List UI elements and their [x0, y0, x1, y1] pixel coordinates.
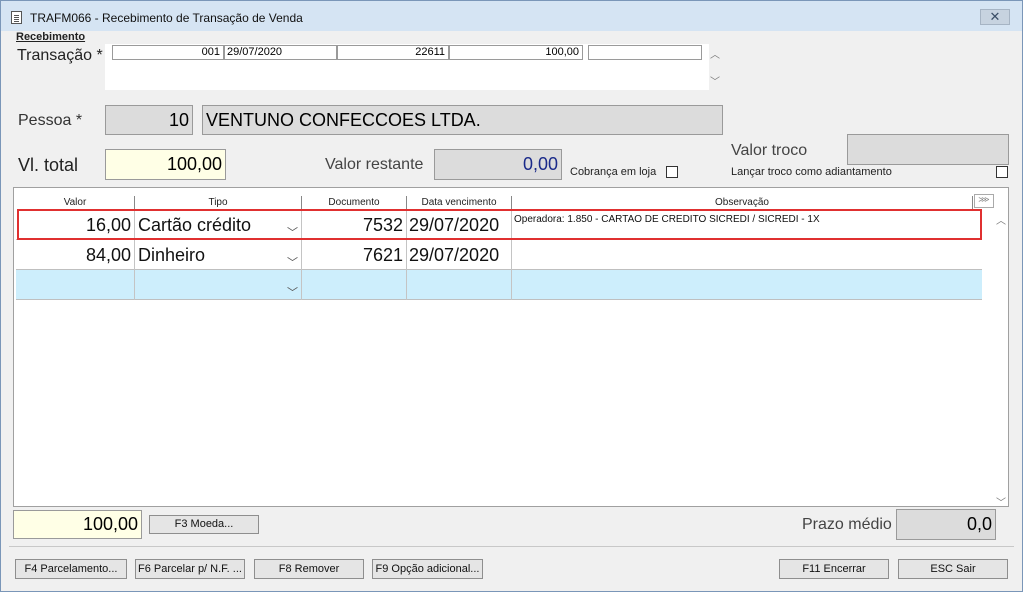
- selected-row-highlight: [17, 209, 982, 240]
- moeda-button[interactable]: F3 Moeda...: [149, 515, 259, 534]
- prazo-medio-label: Prazo médio: [802, 516, 892, 533]
- new-row-data[interactable]: [407, 270, 512, 300]
- row-valor[interactable]: 84,00: [16, 240, 135, 270]
- lancar-troco-label: Lançar troco como adiantamento: [731, 166, 892, 178]
- row-tipo-text: Dinheiro: [138, 245, 206, 265]
- cobranca-loja-label: Cobrança em loja: [570, 166, 657, 178]
- prazo-medio-field: 0,0: [896, 509, 996, 540]
- valor-troco-label: Valor troco: [731, 142, 808, 159]
- sair-button[interactable]: ESC Sair: [898, 559, 1008, 579]
- row-documento[interactable]: 7621: [302, 240, 407, 270]
- col-header-data-vencimento[interactable]: Data vencimento: [407, 196, 512, 209]
- transacao-label: Transação *: [17, 47, 103, 64]
- col-header-tipo[interactable]: Tipo: [135, 196, 302, 209]
- close-button[interactable]: ✕: [980, 9, 1010, 25]
- new-row-documento[interactable]: [302, 270, 407, 300]
- chevron-down-icon[interactable]: ﹀: [287, 278, 298, 300]
- valor-restante-label: Valor restante: [325, 156, 424, 173]
- parcelamento-button[interactable]: F4 Parcelamento...: [15, 559, 127, 579]
- chevron-down-icon[interactable]: ﹀: [710, 73, 720, 88]
- chevron-down-icon[interactable]: ﹀: [287, 248, 298, 270]
- lancar-troco-checkbox[interactable]: [996, 166, 1008, 178]
- parcelar-nf-button[interactable]: F6 Parcelar p/ N.F. ...: [135, 559, 245, 579]
- transacao-code-field[interactable]: 001: [112, 45, 224, 60]
- transacao-value-field[interactable]: 100,00: [449, 45, 583, 60]
- scroll-up-icon[interactable]: ︿: [996, 212, 1006, 227]
- document-icon: [11, 11, 22, 24]
- new-row-valor[interactable]: [16, 270, 135, 300]
- row-observacao[interactable]: [512, 240, 982, 270]
- pessoa-id-field[interactable]: 10: [105, 105, 193, 135]
- pessoa-name-field[interactable]: VENTUNO CONFECCOES LTDA.: [202, 105, 723, 135]
- pessoa-label: Pessoa *: [18, 112, 83, 129]
- remover-button[interactable]: F8 Remover: [254, 559, 364, 579]
- new-row-observacao[interactable]: [512, 270, 982, 300]
- col-header-documento[interactable]: Documento: [302, 196, 407, 209]
- divider: [9, 546, 1014, 547]
- new-row[interactable]: ﹀: [16, 270, 982, 300]
- encerrar-button[interactable]: F11 Encerrar: [779, 559, 889, 579]
- col-header-valor[interactable]: Valor: [16, 196, 135, 209]
- section-title: Recebimento: [16, 31, 86, 43]
- main-window: TRAFM066 - Recebimento de Transação de V…: [0, 0, 1023, 592]
- column-chooser-icon[interactable]: ⋙: [974, 194, 994, 208]
- vl-total-field[interactable]: 100,00: [105, 149, 226, 180]
- table-row[interactable]: 84,00 Dinheiro ﹀ 7621 29/07/2020: [16, 240, 982, 270]
- row-data[interactable]: 29/07/2020: [407, 240, 512, 270]
- valor-troco-field: [847, 134, 1009, 165]
- payments-grid: Valor Tipo Documento Data vencimento Obs…: [13, 187, 1009, 509]
- scroll-down-icon[interactable]: ﹀: [996, 494, 1006, 509]
- window-title: TRAFM066 - Recebimento de Transação de V…: [30, 11, 303, 25]
- transacao-number-field[interactable]: 22611: [337, 45, 449, 60]
- col-header-observacao[interactable]: Observação: [512, 196, 973, 209]
- vl-total-label: Vl. total: [18, 155, 79, 175]
- chevron-up-icon[interactable]: ︿: [710, 46, 720, 61]
- row-tipo[interactable]: Dinheiro ﹀: [135, 240, 302, 270]
- new-row-tipo[interactable]: ﹀: [135, 270, 302, 300]
- transacao-extra-field[interactable]: [588, 45, 702, 60]
- transacao-date-field[interactable]: 29/07/2020: [224, 45, 337, 60]
- valor-restante-field: 0,00: [434, 149, 562, 180]
- cobranca-loja-checkbox[interactable]: [666, 166, 678, 178]
- total-field: 100,00: [13, 510, 142, 539]
- opcao-adicional-button[interactable]: F9 Opção adicional...: [372, 559, 483, 579]
- title-bar: TRAFM066 - Recebimento de Transação de V…: [1, 1, 1022, 31]
